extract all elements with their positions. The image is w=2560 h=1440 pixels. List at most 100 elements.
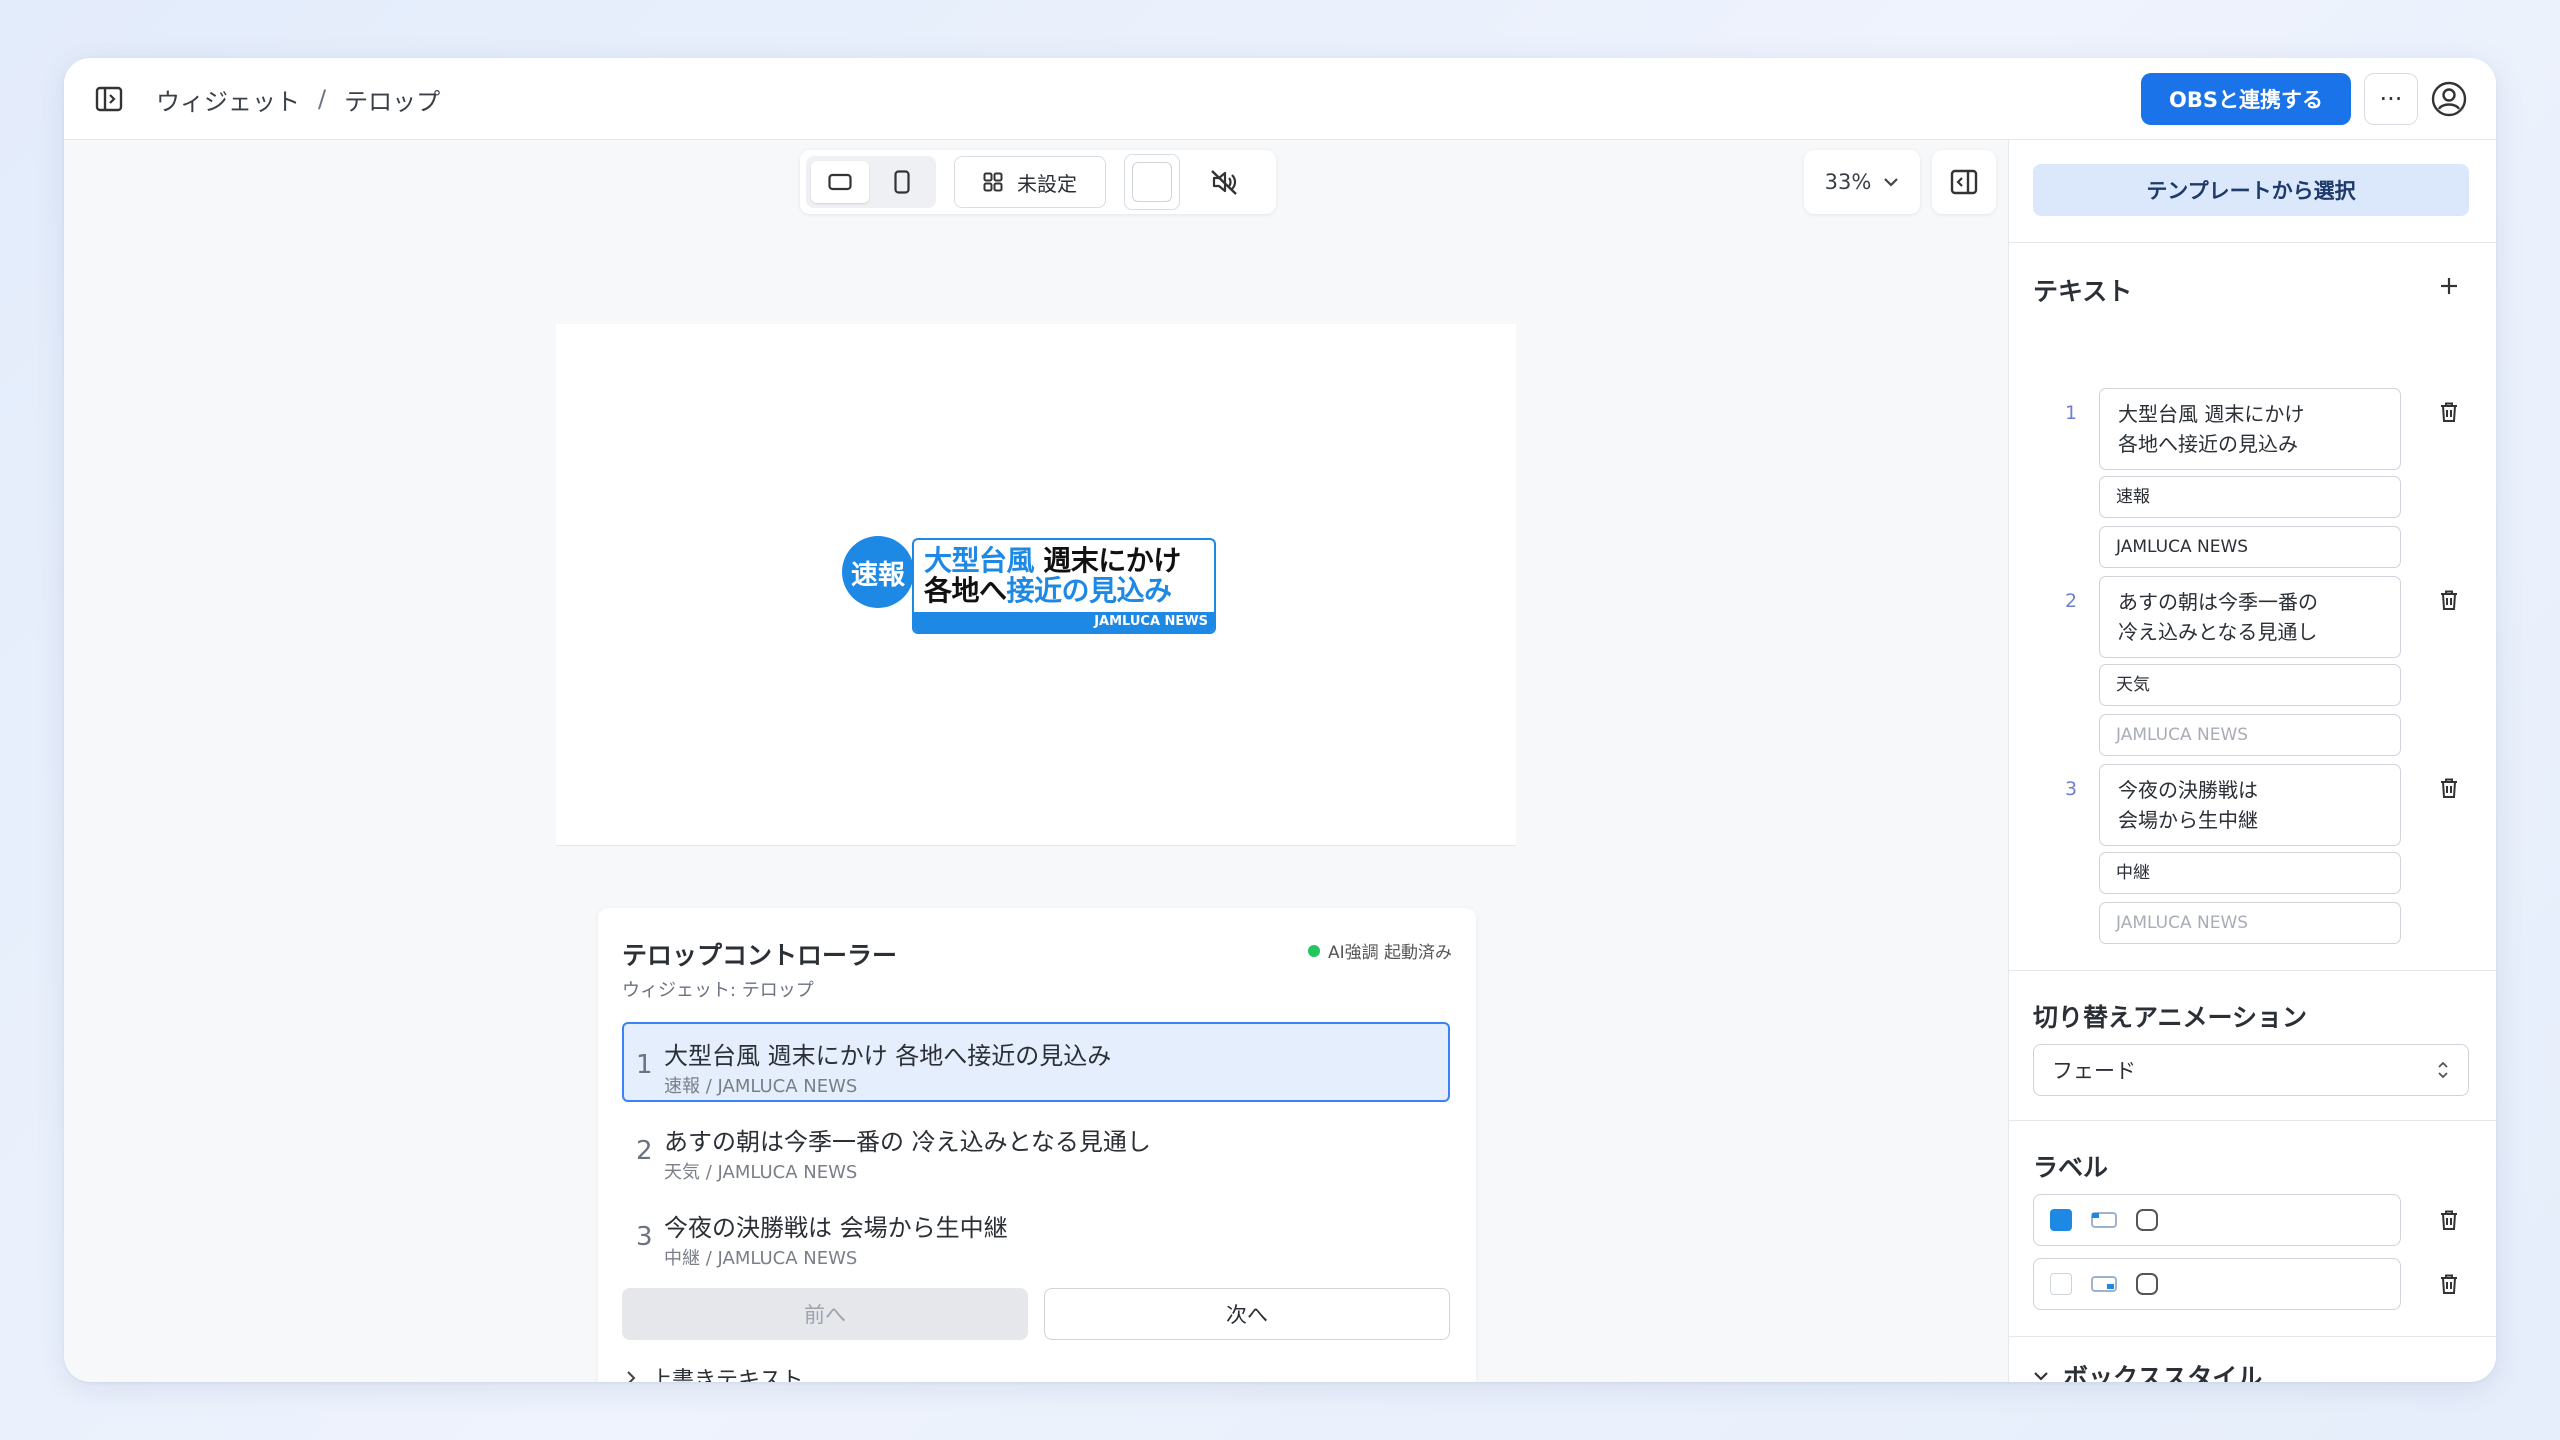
obs-connect-button[interactable]: OBSと連携する xyxy=(2141,73,2351,125)
text-body-line: 今夜の決勝戦は xyxy=(2118,778,2258,802)
landscape-icon xyxy=(828,173,852,191)
next-button[interactable]: 次へ xyxy=(1044,1288,1450,1340)
text-body-field[interactable]: 大型台風 週末にかけ 各地へ接近の見込み xyxy=(2099,388,2401,470)
background-color-button[interactable] xyxy=(1124,154,1180,210)
user-account-icon[interactable] xyxy=(2430,80,2468,118)
telop-line-2-text: 各地へ xyxy=(924,574,1007,607)
telop-item-meta: 中継 / JAMLUCA NEWS xyxy=(664,1248,858,1269)
telop-item-meta: 速報 / JAMLUCA NEWS xyxy=(664,1076,858,1097)
delete-trash-icon[interactable] xyxy=(2437,400,2461,424)
select-template-button[interactable]: テンプレートから選択 xyxy=(2033,164,2469,216)
text-item-number: 3 xyxy=(2065,778,2078,800)
text-label-field[interactable]: 速報 xyxy=(2099,476,2401,518)
text-label-field[interactable]: 中継 xyxy=(2099,852,2401,894)
override-text-toggle[interactable]: 上書きテキスト xyxy=(626,1362,803,1382)
top-bar: ウィジェット / テロップ OBSと連携する ··· xyxy=(64,58,2496,140)
main-canvas-area: 未設定 33% 速報 大型台風 週末にかけ 各地へ接近の見込み JAMLUCA … xyxy=(64,140,2008,1382)
animation-select[interactable]: フェード xyxy=(2033,1044,2469,1096)
telop-item-number: 1 xyxy=(636,1050,653,1080)
background-color-swatch xyxy=(1132,162,1172,202)
add-text-plus-icon[interactable] xyxy=(2437,274,2461,298)
app-window: ウィジェット / テロップ OBSと連携する ··· 未設定 33% 速報 大型… xyxy=(64,58,2496,1382)
sidebar-toggle-icon[interactable] xyxy=(92,82,126,116)
grid-setting-label: 未設定 xyxy=(1017,171,1077,196)
text-body-line: 各地へ接近の見込み xyxy=(2118,432,2298,456)
telop-item-title: 大型台風 週末にかけ 各地へ接近の見込み xyxy=(664,1042,1112,1070)
chevron-down-icon xyxy=(1884,178,1899,187)
label-shape-icon xyxy=(2091,1212,2117,1228)
telop-line-1-text: 週末にかけ xyxy=(1034,544,1181,577)
label-style-row[interactable] xyxy=(2033,1194,2401,1246)
ai-status-text: AI強調 起動済み xyxy=(1327,943,1452,963)
telop-item-meta: 天気 / JAMLUCA NEWS xyxy=(664,1162,858,1183)
portrait-icon xyxy=(894,170,910,194)
delete-trash-icon[interactable] xyxy=(2437,776,2461,800)
divider xyxy=(2009,970,2496,971)
landscape-button[interactable] xyxy=(811,161,869,203)
chevron-down-icon xyxy=(2034,1372,2048,1381)
divider xyxy=(2009,242,2496,243)
portrait-button[interactable] xyxy=(873,161,931,203)
select-chevron-icon xyxy=(2438,1061,2448,1079)
text-body-line: 冷え込みとなる見通し xyxy=(2118,620,2318,644)
override-text-label: 上書きテキスト xyxy=(650,1368,804,1382)
prev-button[interactable]: 前へ xyxy=(622,1288,1028,1340)
more-options-button[interactable]: ··· xyxy=(2364,73,2418,125)
text-body-field[interactable]: あすの朝は今季一番の 冷え込みとなる見通し xyxy=(2099,576,2401,658)
divider xyxy=(2009,1336,2496,1337)
status-dot-icon xyxy=(1307,944,1320,957)
text-source-field[interactable]: JAMLUCA NEWS xyxy=(2099,526,2401,568)
telop-line-1-highlight: 大型台風 xyxy=(924,544,1035,577)
breadcrumb-separator: / xyxy=(318,85,327,113)
telop-line-2-highlight: 接近の見込み xyxy=(1006,574,1173,607)
box-style-section-toggle[interactable]: ボックススタイル xyxy=(2033,1358,2262,1382)
text-body-line: 大型台風 週末にかけ xyxy=(2118,402,2305,426)
telop-item-title: 今夜の決勝戦は 会場から生中継 xyxy=(664,1214,1008,1242)
telop-box: 大型台風 週末にかけ 各地へ接近の見込み JAMLUCA NEWS xyxy=(912,538,1216,634)
text-source-field[interactable]: JAMLUCA NEWS xyxy=(2099,902,2401,944)
label-section-title: ラベル xyxy=(2033,1153,2109,1182)
text-item-number: 2 xyxy=(2065,590,2078,612)
settings-panel: テンプレートから選択 テキスト 1 大型台風 週末にかけ 各地へ接近の見込み 速… xyxy=(2008,140,2496,1382)
text-body-line: あすの朝は今季一番の xyxy=(2118,590,2318,614)
zoom-select[interactable]: 33% xyxy=(1804,150,1920,214)
panel-toggle-icon xyxy=(1950,169,1978,195)
breadcrumb: ウィジェット / テロップ xyxy=(156,82,440,116)
canvas-toolbar: 未設定 xyxy=(800,150,1276,214)
label-color-swatch[interactable] xyxy=(2050,1209,2072,1231)
telop-badge: 速報 xyxy=(842,536,914,608)
label-style-row[interactable] xyxy=(2033,1258,2401,1310)
controller-title: テロップコントローラー xyxy=(622,941,898,970)
telop-item-number: 3 xyxy=(636,1222,653,1252)
telop-list-item[interactable]: 1 大型台風 週末にかけ 各地へ接近の見込み 速報 / JAMLUCA NEWS xyxy=(622,1022,1450,1102)
label-color-swatch[interactable] xyxy=(2050,1273,2072,1295)
telop-list: 1 大型台風 週末にかけ 各地へ接近の見込み 速報 / JAMLUCA NEWS… xyxy=(622,1022,1450,1280)
telop-preview: 速報 大型台風 週末にかけ 各地へ接近の見込み JAMLUCA NEWS xyxy=(842,536,1218,636)
text-item-number: 1 xyxy=(2065,402,2078,424)
controller-subtitle: ウィジェット: テロップ xyxy=(622,980,814,1001)
telop-list-item[interactable]: 2 あすの朝は今季一番の 冷え込みとなる見通し 天気 / JAMLUCA NEW… xyxy=(622,1108,1450,1188)
text-body-field[interactable]: 今夜の決勝戦は 会場から生中継 xyxy=(2099,764,2401,846)
chevron-right-icon xyxy=(627,1371,636,1382)
rounded-corner-icon[interactable] xyxy=(2136,1209,2158,1231)
grid-setting-button[interactable]: 未設定 xyxy=(954,156,1106,208)
telop-controller: テロップコントローラー ウィジェット: テロップ AI強調 起動済み 1 大型台… xyxy=(598,908,1476,1382)
speaker-muted-icon xyxy=(1211,170,1237,195)
rounded-corner-icon[interactable] xyxy=(2136,1273,2158,1295)
mute-button[interactable] xyxy=(1202,160,1246,204)
breadcrumb-item-widget[interactable]: ウィジェット xyxy=(156,82,300,117)
breadcrumb-item-telop: テロップ xyxy=(344,87,441,116)
delete-trash-icon[interactable] xyxy=(2437,1208,2461,1232)
grid-icon xyxy=(983,172,1003,192)
delete-trash-icon[interactable] xyxy=(2437,588,2461,612)
text-label-field[interactable]: 天気 xyxy=(2099,664,2401,706)
zoom-value: 33% xyxy=(1824,170,1872,194)
text-source-field[interactable]: JAMLUCA NEWS xyxy=(2099,714,2401,756)
box-style-section-title: ボックススタイル xyxy=(2063,1363,2263,1382)
telop-list-item[interactable]: 3 今夜の決勝戦は 会場から生中継 中継 / JAMLUCA NEWS xyxy=(622,1194,1450,1274)
divider xyxy=(2009,1120,2496,1121)
telop-item-title: あすの朝は今季一番の 冷え込みとなる見通し xyxy=(664,1128,1151,1156)
right-panel-toggle[interactable] xyxy=(1932,150,1996,214)
delete-trash-icon[interactable] xyxy=(2437,1272,2461,1296)
ai-status-badge: AI強調 起動済み xyxy=(1307,938,1452,963)
